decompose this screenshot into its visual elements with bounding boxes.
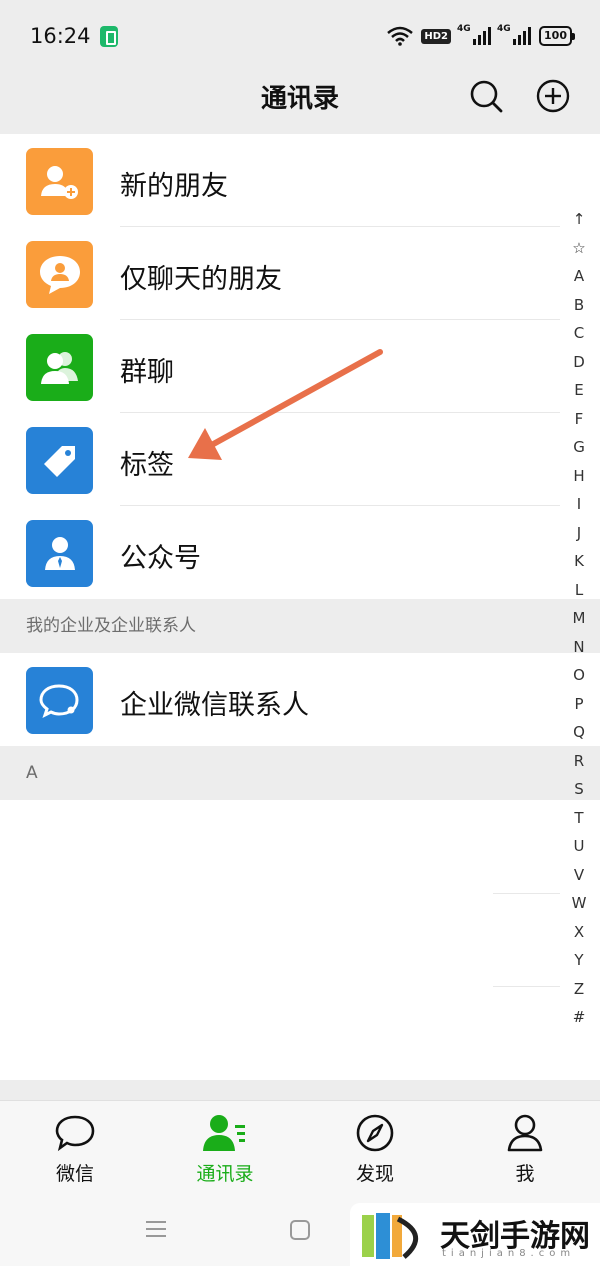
entry-chat-only-friends[interactable]: 仅聊天的朋友 <box>0 227 560 320</box>
tab-bar: 微信 通讯录 发现 我 <box>0 1100 600 1192</box>
entry-label: 公众号 <box>120 543 201 574</box>
index-letter[interactable]: E <box>566 376 592 405</box>
watermark-subtext: tianjian8.com <box>442 1248 576 1259</box>
hd-voice-badge: HD2 <box>421 28 452 44</box>
chat-bubble-icon <box>55 1115 95 1152</box>
entry-tags[interactable]: 标签 <box>0 413 560 506</box>
index-letter[interactable]: F <box>566 405 592 434</box>
header-bar: 通讯录 <box>0 72 600 134</box>
status-indicators: HD2 4G 4G 100 <box>387 24 575 48</box>
index-letter[interactable]: U <box>566 832 592 861</box>
index-letter[interactable]: ☆ <box>566 234 592 263</box>
divider <box>493 986 560 987</box>
entry-official-accounts[interactable]: 公众号 <box>0 506 560 599</box>
index-letter[interactable]: K <box>566 547 592 576</box>
watermark-logo-icon <box>362 1213 418 1259</box>
section-header-a: A <box>0 746 600 800</box>
signal-2-icon: 4G <box>497 24 532 45</box>
index-letter[interactable]: Z <box>566 975 592 1004</box>
home-icon[interactable] <box>289 1219 311 1241</box>
network-type-1: 4G <box>457 24 471 34</box>
index-letter[interactable]: D <box>566 348 592 377</box>
person-icon <box>507 1114 543 1152</box>
signal-1-icon: 4G <box>457 24 492 45</box>
menu-icon[interactable] <box>145 1219 167 1239</box>
index-letter[interactable]: # <box>566 1003 592 1032</box>
index-letter[interactable]: A <box>566 262 592 291</box>
index-letter[interactable]: X <box>566 918 592 947</box>
tab-label: 我 <box>515 1163 535 1185</box>
index-letter[interactable]: I <box>566 490 592 519</box>
wifi-icon <box>387 26 414 46</box>
battery-level: 100 <box>539 26 575 46</box>
index-letter[interactable]: R <box>566 747 592 776</box>
entry-label: 群聊 <box>120 357 174 388</box>
index-letter[interactable]: L <box>566 576 592 605</box>
entry-wecom-contacts[interactable]: 企业微信联系人 <box>0 653 560 746</box>
index-letter[interactable]: T <box>566 804 592 833</box>
network-type-2: 4G <box>497 24 511 34</box>
contacts-icon <box>203 1115 245 1151</box>
divider <box>493 893 560 894</box>
page-title: 通讯录 <box>260 84 339 114</box>
tab-chats[interactable]: 微信 <box>25 1113 125 1186</box>
index-letter[interactable]: B <box>566 291 592 320</box>
add-icon[interactable] <box>533 76 573 116</box>
index-letter[interactable]: S <box>566 775 592 804</box>
index-letter[interactable]: P <box>566 690 592 719</box>
section-letter: A <box>26 763 38 783</box>
tab-label: 发现 <box>355 1163 394 1185</box>
alphabet-index[interactable]: ↑ ☆ A B C D E F G H I J K L M N O P Q R S T U V W X Y Z # <box>566 205 592 1032</box>
list-footer <box>0 1080 600 1100</box>
compass-icon <box>356 1114 394 1152</box>
index-letter[interactable]: N <box>566 633 592 662</box>
chat-only-icon <box>26 241 93 308</box>
index-letter[interactable]: ↑ <box>566 205 592 234</box>
tag-icon <box>26 427 93 494</box>
tab-label: 微信 <box>55 1163 94 1185</box>
tab-label: 通讯录 <box>196 1163 254 1185</box>
entry-new-friends[interactable]: 新的朋友 <box>0 134 560 227</box>
entry-label: 企业微信联系人 <box>120 690 309 721</box>
group-chat-icon <box>26 334 93 401</box>
section-title: 我的企业及企业联系人 <box>26 616 196 636</box>
entry-label: 标签 <box>120 450 174 481</box>
index-letter[interactable]: H <box>566 462 592 491</box>
add-friend-icon <box>26 148 93 215</box>
index-letter[interactable]: O <box>566 661 592 690</box>
tab-contacts[interactable]: 通讯录 <box>175 1113 275 1186</box>
index-letter[interactable]: W <box>566 889 592 918</box>
search-icon[interactable] <box>466 76 506 116</box>
entry-label: 新的朋友 <box>120 171 228 202</box>
index-letter[interactable]: G <box>566 433 592 462</box>
wecom-icon <box>26 667 93 734</box>
entry-label: 仅聊天的朋友 <box>120 264 282 295</box>
entry-group-chats[interactable]: 群聊 <box>0 320 560 413</box>
official-account-icon <box>26 520 93 587</box>
status-bar: 16:24 HD2 4G 4G 100 <box>0 0 600 72</box>
battery-saver-icon <box>100 26 118 47</box>
tab-me[interactable]: 我 <box>475 1113 575 1186</box>
index-letter[interactable]: Q <box>566 718 592 747</box>
index-letter[interactable]: M <box>566 604 592 633</box>
section-header-enterprise: 我的企业及企业联系人 <box>0 599 600 653</box>
index-letter[interactable]: V <box>566 861 592 890</box>
index-letter[interactable]: J <box>566 519 592 548</box>
status-time: 16:24 <box>30 24 91 48</box>
tab-discover[interactable]: 发现 <box>325 1113 425 1186</box>
index-letter[interactable]: C <box>566 319 592 348</box>
index-letter[interactable]: Y <box>566 946 592 975</box>
